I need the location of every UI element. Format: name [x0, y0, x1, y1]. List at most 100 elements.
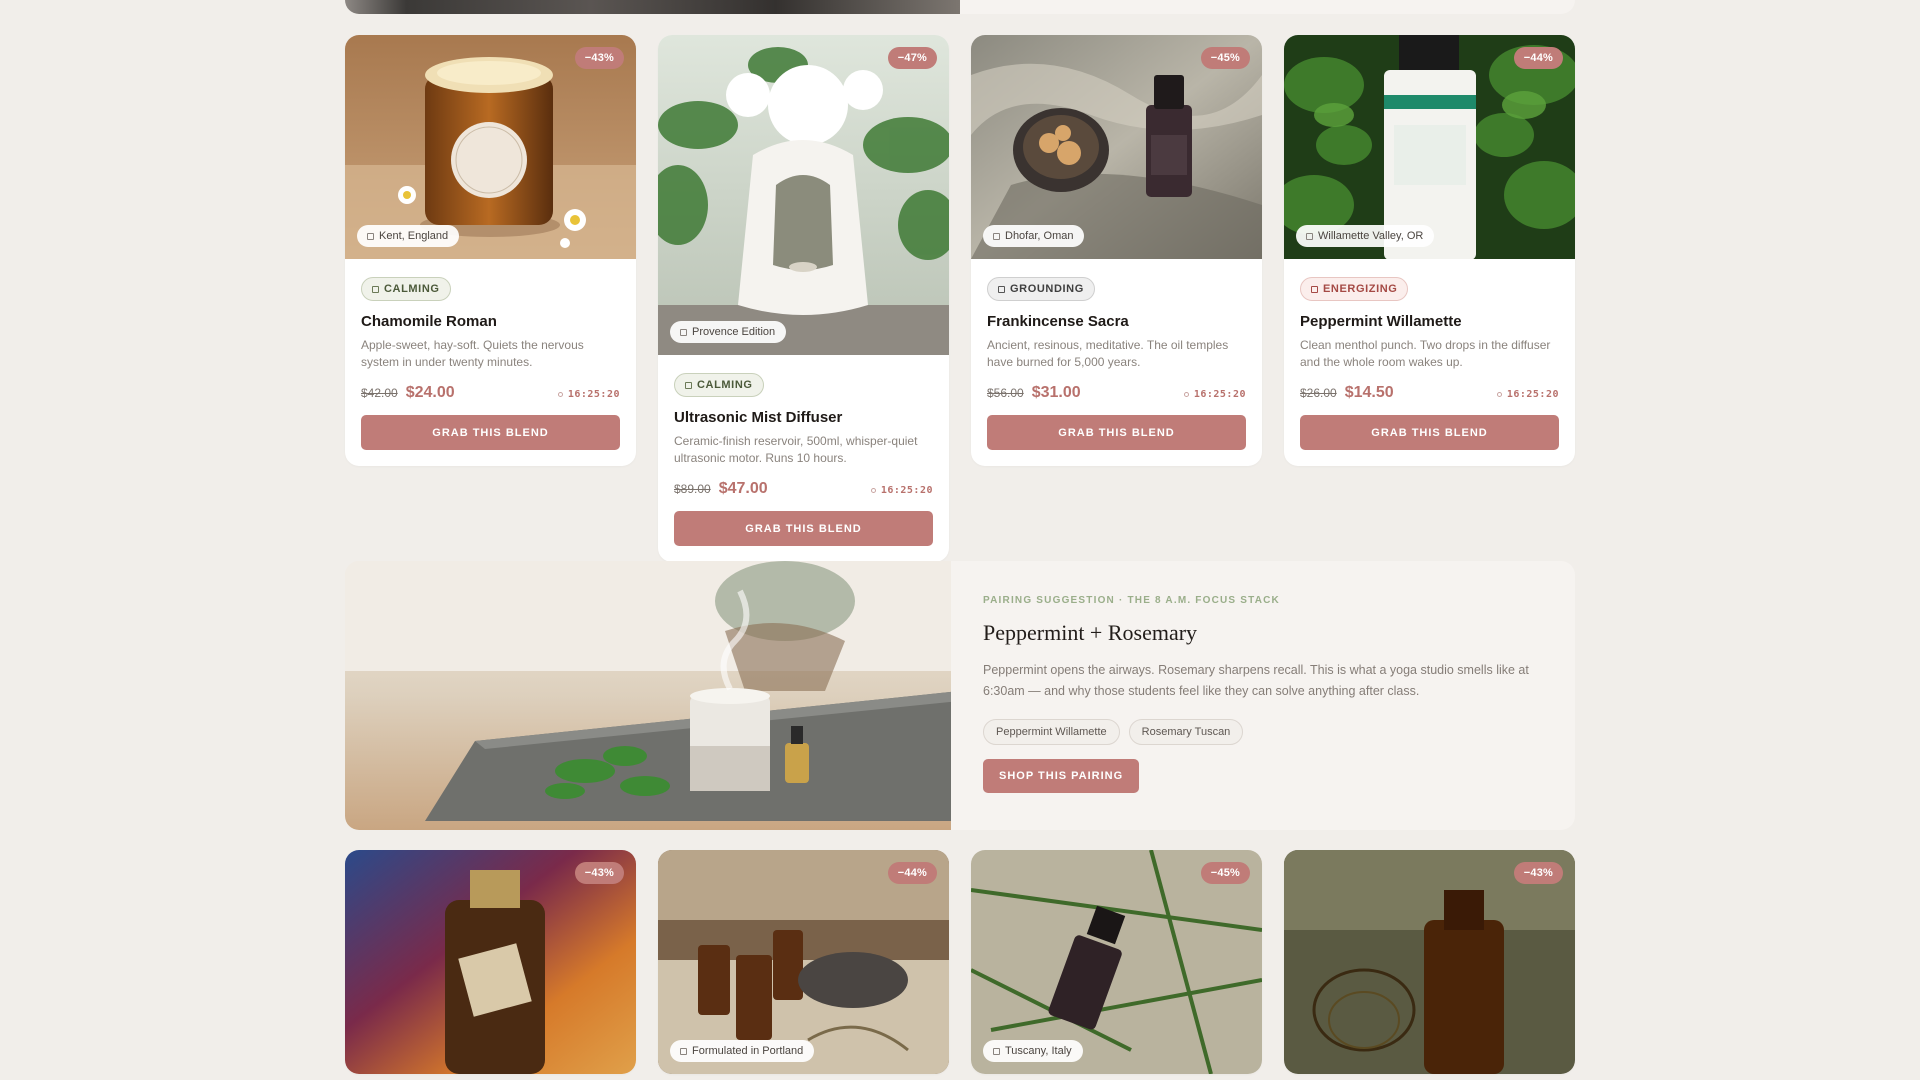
- product-photo[interactable]: −45% Dhofar, Oman: [971, 35, 1262, 259]
- location-icon: [1306, 232, 1313, 240]
- countdown-value: 16:25:20: [1193, 389, 1246, 400]
- sale-price: $47.00: [718, 480, 768, 497]
- mountain-icon: [998, 285, 1005, 293]
- product-row-2: −43% −44% Formulated in Portland −45% Tu…: [345, 850, 1575, 1074]
- pairing-content: PAIRING SUGGESTION · THE 8 A.M. FOCUS ST…: [951, 561, 1575, 830]
- price-row: $89.00 $47.00 16:25:20: [674, 480, 933, 498]
- price-row: $26.00 $14.50 16:25:20: [1300, 384, 1559, 402]
- previous-banner-edge: [345, 0, 1575, 14]
- pairing-chips: Peppermint Willamette Rosemary Tuscan: [983, 719, 1543, 745]
- product-title[interactable]: Chamomile Roman: [361, 313, 620, 330]
- product-photo[interactable]: −43%: [345, 850, 636, 1074]
- origin-badge: Willamette Valley, OR: [1296, 225, 1435, 247]
- product-card-chamomile[interactable]: −43% Kent, England CALMING Chamomile Rom…: [345, 35, 636, 466]
- original-price: $26.00: [1300, 386, 1337, 400]
- product-card-frankincense[interactable]: −45% Dhofar, Oman GROUNDING Frankincense…: [971, 35, 1262, 466]
- product-card-sleep-set[interactable]: −44% Formulated in Portland: [658, 850, 949, 1074]
- card-body: GROUNDING Frankincense Sacra Ancient, re…: [971, 259, 1262, 466]
- pairing-chip-peppermint[interactable]: Peppermint Willamette: [983, 719, 1120, 745]
- price-row: $56.00 $31.00 16:25:20: [987, 384, 1246, 402]
- diffuser-on-yoga-mat-image: [345, 561, 951, 830]
- product-photo[interactable]: −43%: [1284, 850, 1575, 1074]
- grab-blend-button[interactable]: GRAB THIS BLEND: [674, 511, 933, 546]
- pairing-suggestion-banner: PAIRING SUGGESTION · THE 8 A.M. FOCUS ST…: [345, 561, 1575, 830]
- card-body: CALMING Chamomile Roman Apple-sweet, hay…: [345, 259, 636, 466]
- discount-badge: −45%: [1200, 862, 1250, 884]
- mood-tag: ENERGIZING: [1300, 277, 1409, 301]
- origin-label: Dhofar, Oman: [1005, 230, 1074, 242]
- mood-tag-label: ENERGIZING: [1323, 283, 1398, 295]
- product-description: Ceramic-finish reservoir, 500ml, whisper…: [674, 434, 918, 465]
- origin-label: Willamette Valley, OR: [1318, 230, 1424, 242]
- origin-badge: Provence Edition: [670, 321, 787, 343]
- product-description: Apple-sweet, hay-soft. Quiets the nervou…: [361, 338, 584, 369]
- product-photo[interactable]: −45% Tuscany, Italy: [971, 850, 1262, 1074]
- origin-label: Provence Edition: [692, 326, 776, 338]
- product-card-peppermint[interactable]: −44% Willamette Valley, OR ENERGIZING Pe…: [1284, 35, 1575, 466]
- clock-icon: [1183, 392, 1189, 397]
- discount-badge: −44%: [1513, 47, 1563, 69]
- countdown-value: 16:25:20: [1506, 389, 1559, 400]
- mood-tag: CALMING: [674, 373, 764, 397]
- original-price: $42.00: [361, 386, 398, 400]
- discount-badge: −43%: [1513, 862, 1563, 884]
- product-card-diffuser[interactable]: −47% Provence Edition CALMING Ultrasonic…: [658, 35, 949, 562]
- product-row-1: −43% Kent, England CALMING Chamomile Rom…: [345, 35, 1575, 562]
- countdown-timer: 16:25:20: [870, 485, 933, 496]
- location-icon: [993, 232, 1000, 240]
- countdown-timer: 16:25:20: [557, 389, 620, 400]
- location-icon: [680, 1047, 687, 1055]
- product-card-perfume[interactable]: −43%: [345, 850, 636, 1074]
- card-body: CALMING Ultrasonic Mist Diffuser Ceramic…: [658, 355, 949, 562]
- origin-badge: Tuscany, Italy: [983, 1040, 1083, 1062]
- discount-badge: −43%: [574, 862, 624, 884]
- clock-icon: [1496, 392, 1502, 397]
- countdown-value: 16:25:20: [567, 389, 620, 400]
- product-title[interactable]: Frankincense Sacra: [987, 313, 1246, 330]
- origin-badge: Formulated in Portland: [670, 1040, 815, 1062]
- origin-badge: Dhofar, Oman: [983, 225, 1085, 247]
- grab-blend-button[interactable]: GRAB THIS BLEND: [1300, 415, 1559, 450]
- product-photo[interactable]: −44% Willamette Valley, OR: [1284, 35, 1575, 259]
- discount-badge: −45%: [1200, 47, 1250, 69]
- product-description: Clean menthol punch. Two drops in the di…: [1300, 338, 1551, 369]
- leaf-icon: [372, 285, 379, 293]
- bolt-icon: [1311, 285, 1318, 293]
- shop-pairing-button[interactable]: SHOP THIS PAIRING: [983, 759, 1140, 793]
- clock-icon: [557, 392, 563, 397]
- previous-banner-panel: [960, 0, 1575, 14]
- product-photo[interactable]: −43% Kent, England: [345, 35, 636, 259]
- product-title[interactable]: Ultrasonic Mist Diffuser: [674, 409, 933, 426]
- mood-tag: CALMING: [361, 277, 451, 301]
- product-title[interactable]: Peppermint Willamette: [1300, 313, 1559, 330]
- diffuser-image: [658, 35, 949, 355]
- pairing-chip-rosemary[interactable]: Rosemary Tuscan: [1128, 719, 1244, 745]
- clock-icon: [870, 488, 876, 493]
- grab-blend-button[interactable]: GRAB THIS BLEND: [361, 415, 620, 450]
- pairing-eyebrow: PAIRING SUGGESTION · THE 8 A.M. FOCUS ST…: [983, 595, 1280, 606]
- sale-price: $24.00: [405, 384, 455, 401]
- leaf-icon: [685, 381, 692, 389]
- location-icon: [993, 1047, 1000, 1055]
- discount-badge: −43%: [574, 47, 624, 69]
- origin-label: Tuscany, Italy: [1005, 1045, 1072, 1057]
- mood-tag-label: GROUNDING: [1010, 283, 1084, 295]
- sale-price: $31.00: [1031, 384, 1081, 401]
- location-icon: [367, 232, 374, 240]
- countdown-timer: 16:25:20: [1183, 389, 1246, 400]
- product-card-vetiver[interactable]: −43%: [1284, 850, 1575, 1074]
- countdown-value: 16:25:20: [880, 485, 933, 496]
- countdown-timer: 16:25:20: [1496, 389, 1559, 400]
- product-card-rosemary[interactable]: −45% Tuscany, Italy: [971, 850, 1262, 1074]
- origin-label: Kent, England: [379, 230, 449, 242]
- pairing-description: Peppermint opens the airways. Rosemary s…: [983, 663, 1529, 698]
- discount-badge: −44%: [887, 862, 937, 884]
- grab-blend-button[interactable]: GRAB THIS BLEND: [987, 415, 1246, 450]
- origin-badge: Kent, England: [357, 225, 460, 247]
- origin-label: Formulated in Portland: [692, 1045, 804, 1057]
- mood-tag-label: CALMING: [384, 283, 440, 295]
- card-body: ENERGIZING Peppermint Willamette Clean m…: [1284, 259, 1575, 466]
- product-photo[interactable]: −47% Provence Edition: [658, 35, 949, 355]
- location-icon: [680, 328, 687, 336]
- product-photo[interactable]: −44% Formulated in Portland: [658, 850, 949, 1074]
